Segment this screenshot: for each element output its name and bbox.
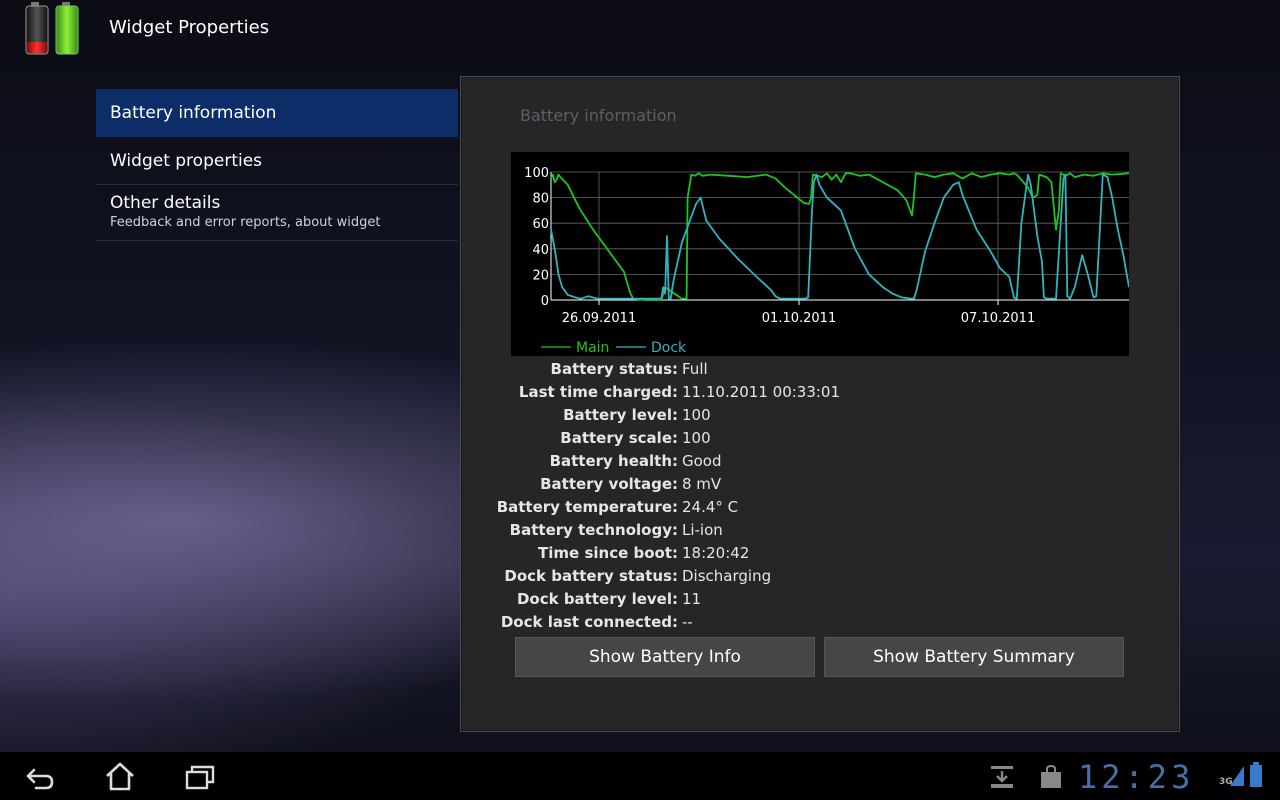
property-row: Battery health: Good [461,450,1181,473]
y-tick-label: 80 [532,192,549,207]
property-key: Battery temperature: [496,498,678,516]
legend-label: Main [576,340,609,356]
property-value: 11 [682,590,702,608]
x-tick-label: 07.10.2011 [961,311,1035,326]
property-row: Battery temperature: 24.4° C [461,496,1181,519]
x-tick-label: 01.10.2011 [762,311,836,326]
property-key: Battery status: [550,360,678,378]
nav-item-label: Widget properties [110,151,263,171]
property-value: 100 [682,406,711,424]
property-value: 8 mV [682,475,722,493]
show-battery-summary-button[interactable]: Show Battery Summary [824,637,1124,677]
clock[interactable]: 12:23 [1078,758,1194,796]
home-icon[interactable] [104,760,136,792]
y-tick-label: 60 [532,217,549,232]
property-value: Good [682,452,722,470]
property-row: Battery level: 100 [461,404,1181,427]
property-row: Dock last connected: -- [461,611,1181,634]
y-tick-label: 0 [541,294,549,309]
property-key: Last time charged: [518,383,678,401]
show-battery-info-button[interactable]: Show Battery Info [515,637,815,677]
property-value: 18:20:42 [682,544,750,562]
property-key: Battery voltage: [540,475,678,493]
nav-item-widget-properties[interactable]: Widget properties [96,137,458,185]
property-key: Battery scale: [560,429,678,447]
property-value: Discharging [682,567,772,585]
nav-item-battery-information[interactable]: Battery information [96,89,458,137]
nav-item-sublabel: Feedback and error reports, about widget [110,215,381,230]
app-title: Widget Properties [109,17,270,38]
title-bar: Widget Properties [0,0,1280,62]
property-row: Battery voltage: 8 mV [461,473,1181,496]
battery-properties-list: Battery status: Full Last time charged: 11.… [461,358,1181,634]
property-value: 11.10.2011 00:33:01 [682,383,841,401]
battery-widget-icon [25,2,79,55]
property-key: Dock last connected: [500,613,678,631]
y-tick-label: 40 [532,243,549,258]
property-value: Full [682,360,708,378]
market-notification-icon[interactable] [1039,764,1063,790]
property-value: 24.4° C [682,498,739,516]
x-tick-label: 26.09.2011 [562,311,636,326]
panel-title: Battery information [520,106,677,125]
battery-status-icon [1250,762,1262,787]
property-key: Battery level: [563,406,678,424]
property-key: Time since boot: [538,544,678,562]
property-key: Battery health: [549,452,678,470]
y-tick-label: 20 [532,268,549,283]
nav-item-other-details[interactable]: Other details Feedback and error reports… [96,185,458,241]
battery-information-panel: Battery information 100 80 60 40 20 0 26.09.20… [460,76,1180,732]
recent-apps-icon[interactable] [184,763,216,791]
nav-item-label: Battery information [110,103,277,123]
legend-label: Dock [651,340,687,356]
settings-nav: Battery information Widget properties Ot… [96,89,458,241]
property-row: Dock battery status: Discharging [461,565,1181,588]
system-bar: 12:23 3G [0,752,1280,800]
property-row: Battery status: Full [461,358,1181,381]
property-key: Dock battery status: [504,567,678,585]
property-value: Li-ion [682,521,723,539]
signal-icon [1230,766,1244,786]
property-key: Dock battery level: [516,590,678,608]
property-row: Last time charged: 11.10.2011 00:33:01 [461,381,1181,404]
back-icon[interactable] [22,762,56,792]
property-value: 100 [682,429,711,447]
nav-item-label: Other details [110,193,221,213]
property-value: -- [682,613,693,631]
battery-history-chart: 100 80 60 40 20 0 26.09.2011 01.10.2011 07.10.20… [511,152,1129,356]
property-row: Battery technology: Li-ion [461,519,1181,542]
y-tick-label: 100 [524,166,549,181]
download-notification-icon[interactable] [989,764,1015,790]
property-row: Dock battery level: 11 [461,588,1181,611]
property-row: Time since boot: 18:20:42 [461,542,1181,565]
property-row: Battery scale: 100 [461,427,1181,450]
property-key: Battery technology: [509,521,678,539]
